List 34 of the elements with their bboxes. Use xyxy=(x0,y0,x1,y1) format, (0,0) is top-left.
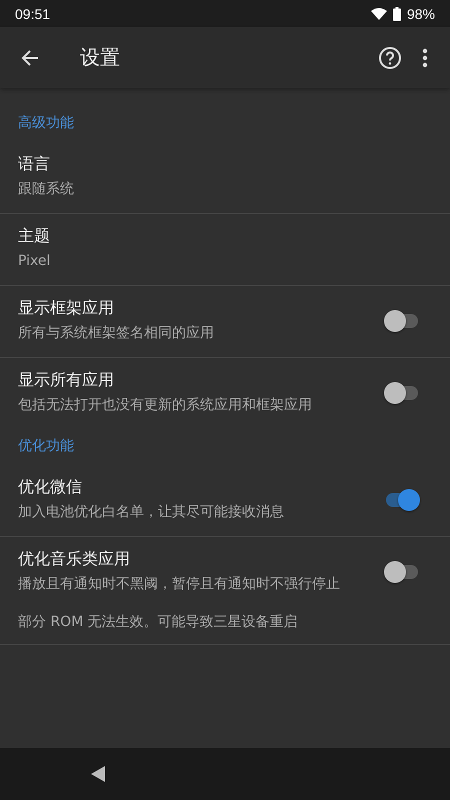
battery-percent: 98% xyxy=(406,6,435,22)
setting-summary: 包括无法打开也没有更新的系统应用和框架应用 xyxy=(18,396,313,415)
setting-summary: 加入电池优化白名单，让其尽可能接收消息 xyxy=(18,503,285,522)
section-header: 优化功能 xyxy=(17,437,75,456)
setting-title: 优化微信 xyxy=(18,477,83,498)
toggle-switch[interactable] xyxy=(384,489,420,511)
more-icon xyxy=(422,48,428,68)
setting-title: 语言 xyxy=(18,154,51,175)
setting-title: 显示所有应用 xyxy=(18,370,115,391)
toggle-switch[interactable] xyxy=(384,310,420,332)
section-header: 高级功能 xyxy=(17,114,75,133)
back-arrow-icon xyxy=(20,48,40,68)
setting-item[interactable]: 显示所有应用 包括无法打开也没有更新的系统应用和框架应用 xyxy=(0,358,450,429)
toggle-switch[interactable] xyxy=(384,382,420,404)
setting-summary: Pixel xyxy=(18,252,52,271)
setting-summary: 所有与系统框架签名相同的应用 xyxy=(18,324,215,343)
wifi-icon xyxy=(370,8,387,20)
setting-summary: 跟随系统 xyxy=(18,180,75,199)
setting-title: 显示框架应用 xyxy=(18,298,115,319)
setting-title: 优化音乐类应用 xyxy=(18,549,131,570)
setting-note: 部分 ROM 无法生效。可能导致三星设备重启 xyxy=(18,613,299,631)
setting-item[interactable]: 主题 Pixel xyxy=(0,214,450,286)
help-icon xyxy=(378,46,402,70)
setting-item[interactable]: 优化微信 加入电池优化白名单，让其尽可能接收消息 xyxy=(0,465,450,537)
setting-item[interactable]: 语言 跟随系统 xyxy=(0,142,450,214)
toggle-switch[interactable] xyxy=(384,561,420,583)
clock: 09:51 xyxy=(15,6,50,22)
setting-item[interactable]: 显示框架应用 所有与系统框架签名相同的应用 xyxy=(0,286,450,358)
battery-icon xyxy=(392,6,401,20)
setting-item[interactable]: 优化音乐类应用 播放且有通知时不黑阈，暂停且有通知时不强行停止 部分 ROM 无法生效。可能导致三星设备重启 xyxy=(0,537,450,645)
setting-title: 主题 xyxy=(18,226,51,247)
setting-summary: 播放且有通知时不黑阈，暂停且有通知时不强行停止 xyxy=(18,575,341,594)
back-icon[interactable] xyxy=(91,766,105,782)
screen-title: 设置 xyxy=(80,44,121,71)
